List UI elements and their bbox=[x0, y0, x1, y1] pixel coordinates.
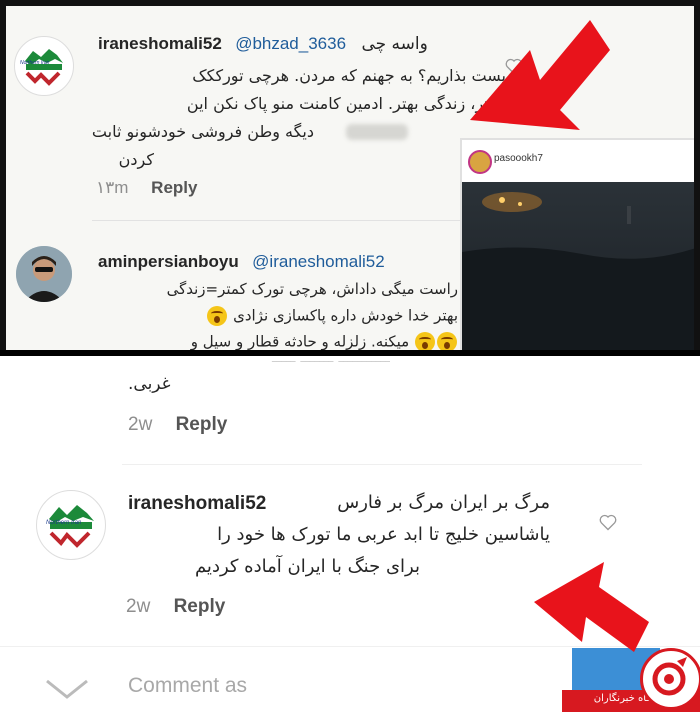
timestamp: 2w bbox=[126, 596, 151, 617]
mention-link[interactable]: @iraneshomali52 bbox=[252, 252, 385, 271]
chevron-down-icon[interactable] bbox=[44, 678, 90, 700]
mention-link[interactable]: @bhzad_3636 bbox=[235, 34, 346, 53]
comment-line: برای جنگ با ایران آماده کردیم bbox=[194, 556, 420, 577]
username-link[interactable]: aminpersianboyu bbox=[98, 252, 239, 271]
comment-meta: 2w Reply bbox=[128, 414, 227, 436]
comment-line: مرگ بر ایران مرگ بر فارس bbox=[337, 492, 550, 513]
blurred-name bbox=[346, 124, 408, 140]
comment-separator bbox=[122, 464, 642, 465]
avatar-logo-text: Northern Iran bbox=[46, 520, 82, 526]
username-link[interactable]: iraneshomali52 bbox=[98, 34, 222, 53]
comment-line: کردن bbox=[118, 150, 154, 169]
comment-text: بهتر خدا خودش داره پاکسازی نژادی bbox=[233, 306, 458, 325]
avatar-logo-text: Northern Iran bbox=[20, 60, 50, 66]
comment-line: یاشاسین خلیج تا ابد عربی ما تورک ها خود … bbox=[217, 524, 550, 545]
northern-iran-avatar[interactable] bbox=[14, 36, 74, 96]
comment-line: میکنه. زلزله و حادثه قطار و سیل و bbox=[98, 332, 458, 350]
bottom-screenshot-panel: ـــــــــــ ـــــــ ـــــ غربی. 2w Reply… bbox=[0, 356, 700, 712]
comment-first-word: واسه چی bbox=[361, 34, 428, 54]
person-photo-icon bbox=[16, 246, 72, 302]
comment-separator bbox=[92, 220, 462, 221]
shocked-emoji-icon bbox=[207, 306, 228, 326]
reply-button[interactable]: Reply bbox=[174, 596, 226, 617]
red-arrow-icon bbox=[470, 20, 610, 130]
shocked-emoji-icon bbox=[415, 332, 435, 350]
comment-line: دیگه وطن فروشی خودشونو ثابت bbox=[91, 122, 314, 141]
comment-header: iraneshomali52 bbox=[128, 492, 266, 515]
timestamp: ۱۳m bbox=[96, 178, 129, 197]
comment-line: بهتر خدا خودش داره پاکسازی نژادی bbox=[98, 306, 458, 326]
shocked-emoji-icon bbox=[437, 332, 457, 350]
comment-text: میکنه. زلزله و حادثه قطار و سیل و bbox=[190, 332, 410, 351]
watermark-logo-icon bbox=[640, 648, 700, 710]
user-avatar[interactable] bbox=[16, 246, 72, 302]
comment-line: پست بذاریم؟ به جهنم که مردن. هرچی تورککک bbox=[192, 66, 506, 85]
comment-header: aminpersianboyu @iraneshomali52 bbox=[98, 252, 385, 272]
red-arrow-icon bbox=[534, 562, 649, 652]
comment-input[interactable]: Comment as bbox=[128, 674, 247, 698]
comment-meta: 2w Reply bbox=[126, 596, 225, 618]
reply-button[interactable]: Reply bbox=[176, 414, 228, 435]
comment-line: راست میگی داداش، هرچی تورک کمتر=زندگی bbox=[166, 280, 458, 298]
username-link[interactable]: iraneshomali52 bbox=[128, 493, 266, 514]
comment-line: کمتر، زندگی بهتر. ادمین کامنت منو پاک نک… bbox=[186, 94, 506, 113]
inset-image bbox=[462, 182, 694, 350]
flood-night-photo bbox=[462, 192, 694, 350]
northern-iran-logo-icon bbox=[25, 49, 63, 86]
comment-line: غربی. bbox=[128, 374, 171, 394]
reply-button[interactable]: Reply bbox=[151, 178, 197, 197]
heart-icon[interactable] bbox=[598, 512, 618, 532]
timestamp: 2w bbox=[128, 414, 153, 435]
clipped-text: ـــــــــــ ـــــــ ـــــ bbox=[130, 356, 390, 362]
comment-header: iraneshomali52 @bhzad_3636 واسه چی bbox=[98, 34, 428, 54]
comment-meta: ۱۳m Reply bbox=[96, 178, 197, 198]
top-screenshot-panel: Northern Iran iraneshomali52 @bhzad_3636… bbox=[6, 6, 694, 350]
